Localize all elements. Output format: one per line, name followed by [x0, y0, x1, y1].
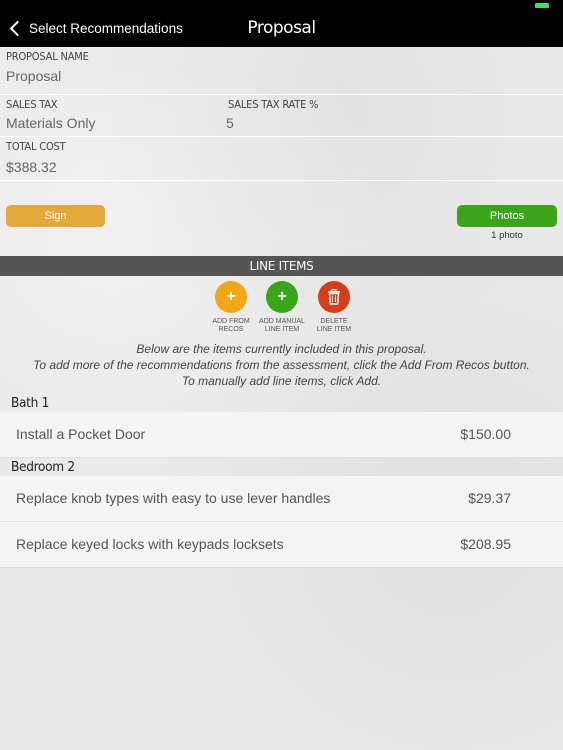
list-item[interactable]: Install a Pocket Door $150.00	[0, 412, 563, 458]
add-manual-line-item-button[interactable]: + ADD MANUAL LINE ITEM	[252, 281, 312, 334]
sign-button[interactable]: Sign	[6, 205, 105, 227]
photo-count: 1 photo	[491, 230, 523, 241]
navigation-bar: Select Recommendations Proposal	[0, 10, 563, 47]
chevron-left-icon	[9, 20, 26, 37]
proposal-name-label: PROPOSAL NAME	[6, 50, 89, 63]
item-price: $150.00	[460, 426, 511, 442]
instructions-text: Below are the items currently included i…	[33, 342, 530, 388]
back-button-label: Select Recommendations	[29, 21, 183, 36]
line-items-header: LINE ITEMS	[0, 256, 563, 276]
list-item[interactable]: Replace knob types with easy to use leve…	[0, 476, 563, 522]
delete-line-item-button[interactable]: DELETE LINE ITEM	[304, 281, 364, 334]
divider	[0, 136, 563, 137]
trash-icon	[318, 281, 350, 313]
add-manual-line-item-label: ADD MANUAL LINE ITEM	[259, 318, 305, 333]
back-button[interactable]: Select Recommendations	[8, 10, 183, 47]
photos-button[interactable]: Photos	[457, 205, 557, 227]
total-cost-value: $388.32	[6, 159, 57, 175]
item-price: $29.37	[468, 490, 511, 506]
divider	[0, 180, 563, 181]
sales-tax-label: SALES TAX	[6, 98, 58, 111]
group-header-bedroom-2: Bedroom 2	[11, 459, 75, 475]
plus-icon: +	[266, 281, 298, 313]
battery-icon	[535, 3, 549, 8]
sales-tax-rate-field[interactable]: 5	[226, 115, 234, 131]
plus-icon: +	[215, 281, 247, 313]
total-cost-label: TOTAL COST	[6, 140, 66, 153]
item-description: Replace knob types with easy to use leve…	[16, 490, 331, 506]
item-description: Replace keyed locks with keypads lockset…	[16, 536, 284, 552]
proposal-name-field[interactable]: Proposal	[6, 68, 61, 84]
sales-tax-rate-label: SALES TAX RATE %	[228, 98, 319, 111]
item-price: $208.95	[460, 536, 511, 552]
status-bar	[0, 0, 563, 10]
delete-line-item-label: DELETE LINE ITEM	[316, 318, 352, 333]
item-description: Install a Pocket Door	[16, 426, 146, 442]
group-header-bath-1: Bath 1	[11, 395, 50, 411]
divider	[0, 94, 563, 95]
list-item[interactable]: Replace keyed locks with keypads lockset…	[0, 522, 563, 568]
sales-tax-field[interactable]: Materials Only	[6, 115, 95, 131]
